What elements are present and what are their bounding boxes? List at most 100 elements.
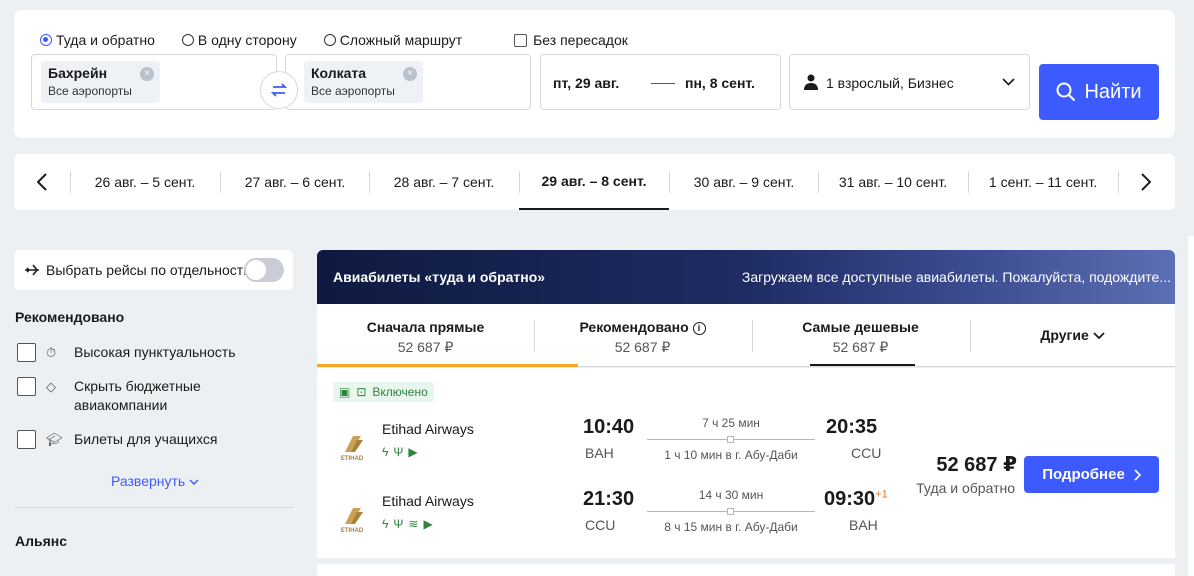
details-button[interactable]: Подробнее (1024, 456, 1159, 493)
trip-type-oneway[interactable]: В одну сторону (181, 32, 297, 48)
radio-icon (181, 34, 194, 46)
date-tab[interactable]: 26 авг. – 5 сент. (70, 154, 220, 210)
depart-time: 10:40 (583, 416, 635, 438)
power-icon: ϟ (382, 445, 389, 459)
return-date: пн, 8 сент. (685, 75, 755, 91)
origin-field[interactable]: Бахрейн Все аэропорты × (31, 54, 277, 110)
results-banner: Авиабилеты «туда и обратно» Загружаем вс… (317, 250, 1175, 304)
date-tab[interactable]: 28 авг. – 7 сент. (369, 154, 519, 210)
swap-cities-button[interactable] (260, 71, 298, 109)
radio-icon (40, 34, 52, 46)
sort-tab-cheapest[interactable]: Самые дешевые 52 687 ₽ (752, 304, 969, 367)
swap-icon (270, 83, 288, 97)
arrive-airport-code: CCU (851, 445, 882, 461)
sort-tab-other[interactable]: Другие (970, 304, 1175, 367)
banner-title: Авиабилеты «туда и обратно» (333, 269, 546, 285)
luggage-icon: ▣ (339, 385, 351, 399)
filter-punctuality[interactable]: ⏱ Высокая пунктуальность (17, 343, 236, 362)
date-tab[interactable]: 30 авг. – 9 сент. (669, 154, 819, 210)
day-offset-badge: +1 (875, 488, 888, 501)
layover-info: 8 ч 15 мин в г. Абу-Даби (664, 520, 798, 534)
prev-dates-button[interactable] (26, 166, 58, 198)
wifi-icon: ≋ (408, 517, 419, 531)
date-tab[interactable]: 27 авг. – 6 сент. (220, 154, 370, 210)
depart-time: 21:30 (583, 488, 635, 510)
etihad-logo-icon: ETIHAD (341, 508, 364, 534)
date-tab-selected[interactable]: 29 авг. – 8 сент. (519, 154, 669, 210)
expand-filters-link[interactable]: Развернуть (111, 473, 199, 489)
ticket-price: 52 687 ₽ (936, 454, 1017, 476)
radio-icon (323, 34, 336, 46)
trip-type-selector: Туда и обратно В одну сторону Сложный ма… (40, 32, 628, 48)
amenities: ϟ Ψ ▶ (382, 445, 418, 459)
passengers-value: 1 взрослый, Бизнес (826, 75, 954, 91)
recommended-heading: Рекомендовано (15, 309, 125, 325)
search-icon (1056, 82, 1076, 102)
sort-tab-recommended[interactable]: Рекомендовано i 52 687 ₽ (534, 304, 751, 367)
arrive-airport-code: BAH (849, 517, 878, 533)
filter-students[interactable]: 🎓︎ Билеты для учащихся (17, 430, 218, 449)
date-tab[interactable]: 31 авг. – 10 сент. (818, 154, 968, 210)
amenities: ϟ Ψ ≋ ▶ (382, 517, 433, 531)
chevron-down-icon (1092, 332, 1105, 340)
sort-bar: Сначала прямые 52 687 ₽ Рекомендовано i … (317, 304, 1175, 367)
power-icon: ϟ (382, 517, 389, 531)
baggage-icon: ⊡ (356, 385, 367, 399)
date-tab[interactable]: 1 сент. – 11 сент. (968, 154, 1118, 210)
route-line (647, 508, 815, 515)
chevron-left-icon (37, 173, 47, 191)
clear-origin-icon[interactable]: × (139, 67, 154, 81)
next-ticket-card[interactable] (317, 564, 1175, 576)
svg-text:ETIHAD: ETIHAD (341, 456, 364, 462)
checkbox[interactable] (17, 343, 36, 362)
sort-tab-direct-first[interactable]: Сначала прямые 52 687 ₽ (317, 304, 534, 367)
flexible-dates-strip: 26 авг. – 5 сент. 27 авг. – 6 сент. 28 а… (14, 154, 1175, 210)
tag-icon: ◇ (46, 379, 56, 394)
layover-info: 1 ч 10 мин в г. Абу-Даби (664, 448, 798, 462)
next-dates-button[interactable] (1130, 166, 1162, 198)
checkbox[interactable] (17, 430, 36, 449)
separate-flights-toggle[interactable] (244, 258, 284, 282)
meal-icon: Ψ (393, 517, 404, 531)
destination-field[interactable]: Колката Все аэропорты × (285, 54, 531, 110)
checkbox-icon (514, 33, 528, 47)
origin-airports: Все аэропорты (48, 84, 132, 98)
trip-type-roundtrip[interactable]: Туда и обратно (40, 32, 155, 48)
arrive-time: 20:35 (826, 416, 878, 438)
airline-name: Etihad Airways (382, 493, 474, 509)
clear-destination-icon[interactable]: × (402, 67, 417, 81)
depart-date: пт, 29 авг. (553, 75, 620, 91)
arrive-time: 09:30+1 (824, 488, 888, 510)
etihad-logo-icon: ETIHAD (334, 436, 370, 462)
chevron-right-icon (1141, 173, 1151, 191)
trip-type-multicity[interactable]: Сложный маршрут (323, 32, 462, 48)
stop-marker (727, 436, 734, 443)
scrollbar[interactable] (1188, 236, 1194, 576)
date-range-dash (651, 83, 675, 84)
filter-hide-budget[interactable]: ◇ Скрыть бюджетные авиакомпании (17, 377, 234, 415)
ticket-card[interactable]: ▣ ⊡ Включено ETIHAD Etihad Airways ϟ Ψ ▶… (317, 368, 1175, 558)
flight-duration: 14 ч 30 мин (698, 488, 764, 502)
passengers-field[interactable]: 1 взрослый, Бизнес (789, 54, 1030, 110)
results-panel: Авиабилеты «туда и обратно» Загружаем вс… (317, 250, 1175, 576)
direct-only-checkbox[interactable]: Без пересадок (514, 32, 628, 48)
dates-field[interactable]: пт, 29 авг. пн, 8 сент. (540, 54, 781, 110)
chevron-down-icon (1002, 78, 1015, 86)
return-leg: ETIHAD Etihad Airways ϟ Ψ ≋ ▶ 21:30 CCU … (317, 488, 1175, 552)
checkbox[interactable] (17, 377, 36, 396)
search-button[interactable]: Найти (1039, 64, 1159, 120)
entertainment-icon: ▶ (423, 517, 433, 531)
airplane-icon (25, 264, 39, 276)
active-sort-indicator (317, 364, 578, 367)
info-icon[interactable]: i (692, 322, 706, 335)
flight-duration: 7 ч 25 мин (702, 416, 760, 430)
stopwatch-icon: ⏱ (46, 345, 57, 360)
loading-message: Загружаем все доступные авиабилеты. Пожа… (741, 269, 1171, 285)
graduation-cap-icon: 🎓︎ (46, 432, 63, 447)
destination-city: Колката (311, 65, 367, 81)
cheapest-underline (810, 364, 915, 366)
svg-text:ETIHAD: ETIHAD (341, 528, 364, 534)
destination-chip: Колката Все аэропорты × (304, 61, 423, 103)
depart-airport-code: BAH (585, 445, 614, 461)
route-line (647, 436, 815, 443)
